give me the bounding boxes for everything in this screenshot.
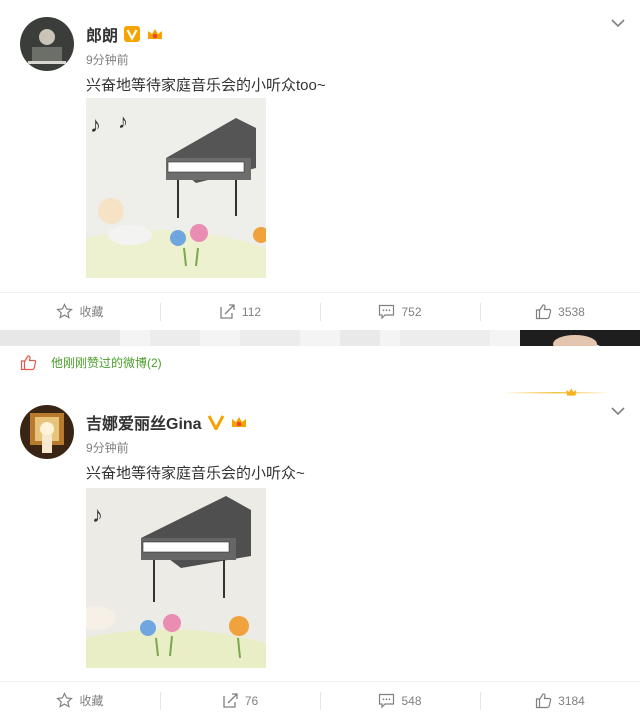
repost-count: 112 (241, 304, 262, 319)
liked-recent-text[interactable]: 他刚刚赞过的微博(2) (51, 354, 162, 371)
repost-icon (220, 304, 235, 319)
repost-icon (223, 693, 238, 708)
avatar[interactable] (20, 405, 74, 459)
star-icon (56, 303, 74, 319)
gold-crown-divider (503, 388, 611, 396)
avatar[interactable] (20, 17, 74, 71)
feed-separator (0, 330, 640, 346)
thumbs-up-icon (536, 304, 552, 320)
post-time[interactable]: 9分钟前 (86, 51, 129, 68)
svg-text:♪: ♪ (92, 502, 103, 527)
favorite-label: 收藏 (79, 694, 104, 708)
verified-v-icon (207, 415, 224, 430)
thumbs-up-icon (20, 354, 37, 370)
repost-button[interactable]: 112 (160, 293, 320, 330)
like-button[interactable]: 3184 (480, 682, 640, 719)
like-count: 3184 (558, 693, 585, 708)
post-photo[interactable]: ♪ (86, 488, 266, 668)
post-card: 郎朗 9分钟前 兴奋地等待家庭音乐会的小听众too~ ♪ ♪ 收藏 112 75… (0, 0, 640, 330)
favorite-button[interactable]: 收藏 (0, 293, 160, 330)
post-text: 兴奋地等待家庭音乐会的小听众~ (86, 465, 305, 482)
svg-text:♪: ♪ (118, 111, 128, 133)
user-name[interactable]: 吉娜爱丽丝Gina (86, 410, 202, 434)
thumbs-up-icon (536, 693, 552, 709)
verified-v-icon (124, 26, 141, 42)
vip-crown-icon[interactable] (230, 414, 248, 430)
like-button[interactable]: 3538 (480, 293, 640, 330)
repost-count: 76 (244, 693, 259, 708)
comment-button[interactable]: 752 (320, 293, 480, 330)
comment-icon (379, 693, 395, 709)
repost-button[interactable]: 76 (160, 682, 320, 719)
favorite-label: 收藏 (79, 305, 104, 319)
like-count: 3538 (558, 304, 585, 319)
post-card: 吉娜爱丽丝Gina 9分钟前 兴奋地等待家庭音乐会的小听众~ ♪ 收藏 76 5… (0, 378, 640, 719)
vip-crown-icon[interactable] (146, 26, 164, 42)
comment-button[interactable]: 548 (320, 682, 480, 719)
action-bar: 收藏 112 752 3538 (0, 292, 640, 330)
chevron-down-icon[interactable] (610, 406, 626, 416)
post-text: 兴奋地等待家庭音乐会的小听众too~ (86, 77, 326, 94)
liked-recent-bar[interactable]: 他刚刚赞过的微博(2) (0, 346, 640, 378)
svg-text:♪: ♪ (90, 112, 101, 137)
chevron-down-icon[interactable] (610, 18, 626, 28)
action-bar: 收藏 76 548 3184 (0, 681, 640, 719)
comment-icon (379, 304, 395, 320)
favorite-button[interactable]: 收藏 (0, 682, 160, 719)
user-name[interactable]: 郎朗 (86, 22, 118, 46)
post-photo[interactable]: ♪ ♪ (86, 98, 266, 278)
post-time[interactable]: 9分钟前 (86, 439, 129, 456)
comment-count: 548 (401, 693, 422, 708)
comment-count: 752 (401, 304, 422, 319)
star-icon (56, 692, 74, 708)
